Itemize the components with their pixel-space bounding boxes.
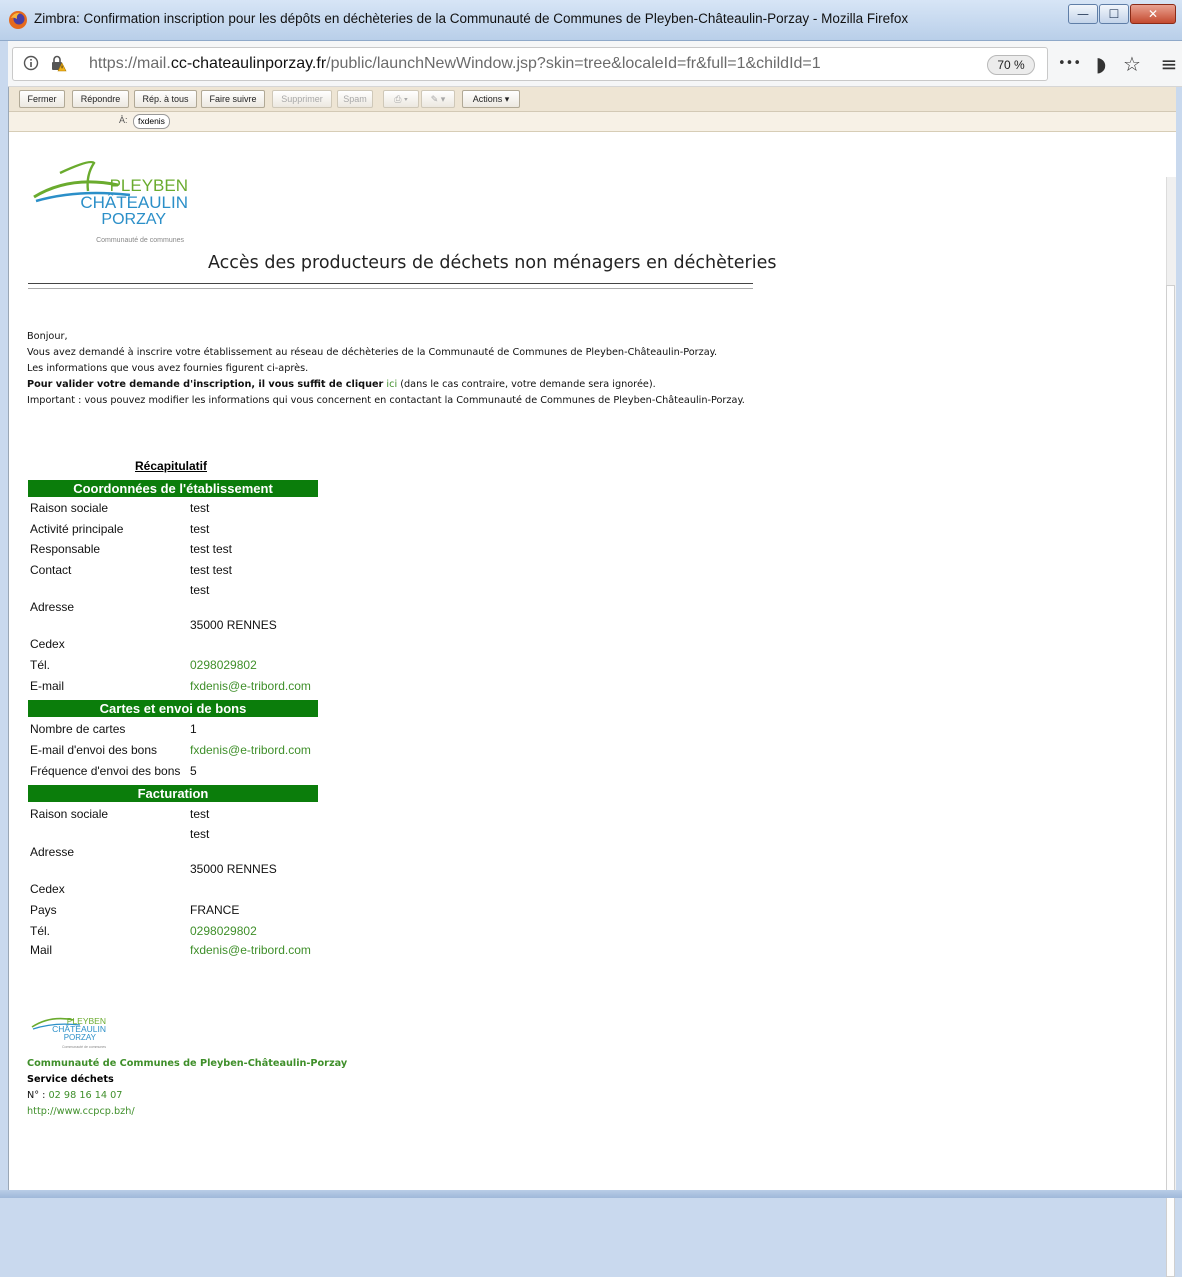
field-label: E-mail d'envoi des bons <box>30 743 158 757</box>
recipient-chip[interactable]: fxdenis <box>133 114 170 129</box>
email-link[interactable]: fxdenis@e-tribord.com <box>190 743 311 757</box>
signature-logo: PLEYBEN CHÂTEAULIN PORZAY Communauté de … <box>31 1016 106 1049</box>
signature-phone: N° : 02 98 16 14 07 <box>27 1090 122 1101</box>
validate-rest: (dans le cas contraire, votre demande se… <box>400 379 656 390</box>
intro-line: Vous avez demandé à inscrire votre établ… <box>27 347 718 358</box>
field-value: test <box>190 522 210 536</box>
phone-link[interactable]: 0298029802 <box>190 658 257 672</box>
logo-text-porzay: PORZAY <box>101 211 166 228</box>
actions-dropdown-button[interactable]: Actions ▾ <box>462 90 520 108</box>
window-bottom-border <box>0 1190 1182 1198</box>
field-label: Nombre de cartes <box>30 722 126 736</box>
print-dropdown-button[interactable]: ⎙ ▾ <box>383 90 419 108</box>
to-label: À: <box>119 115 128 125</box>
insecure-lock-icon[interactable] <box>49 54 67 72</box>
field-label: E-mail <box>30 679 65 693</box>
field-value: 35000 RENNES <box>190 618 277 632</box>
sig-logo-communaute: Communauté de communes <box>62 1045 106 1049</box>
field-label: Tél. <box>30 924 51 938</box>
email-heading: Accès des producteurs de déchets non mén… <box>208 253 777 273</box>
forward-button[interactable]: Faire suivre <box>201 90 265 108</box>
field-label: Cedex <box>30 637 65 651</box>
maximize-button[interactable]: ☐ <box>1099 4 1129 24</box>
phone-link[interactable]: 0298029802 <box>190 924 257 938</box>
logo-text-communaute: Communauté de communes <box>96 237 184 244</box>
validate-link[interactable]: ici <box>386 379 397 390</box>
window-title: Zimbra: Confirmation inscription pour le… <box>34 11 909 26</box>
field-label: Adresse <box>30 845 75 859</box>
validate-bold: Pour valider votre demande d'inscription… <box>27 379 384 390</box>
sig-logo-porzay: PORZAY <box>64 1033 97 1042</box>
recap-title: Récapitulatif <box>135 459 208 473</box>
spam-button[interactable]: Spam <box>337 90 373 108</box>
scrollbar[interactable] <box>1166 177 1176 1277</box>
pocket-icon[interactable]: ◗ <box>1090 53 1112 75</box>
scrollbar-thumb[interactable] <box>1166 285 1175 1277</box>
pleyben-logo: PLEYBEN CHÂTEAULIN PORZAY Communauté de … <box>33 160 188 244</box>
field-label: Cedex <box>30 882 65 896</box>
minimize-button[interactable]: — <box>1068 4 1098 24</box>
menu-hamburger-icon[interactable]: ≡ <box>1158 53 1180 75</box>
recipient-row: À: fxdenis <box>9 112 1176 132</box>
window-titlebar: Zimbra: Confirmation inscription pour le… <box>0 0 1182 41</box>
field-value: test <box>190 501 210 515</box>
section-header-facturation: Facturation <box>28 785 318 802</box>
reply-button[interactable]: Répondre <box>72 90 129 108</box>
url-bar[interactable]: https://mail.cc-chateaulinporzay.fr/publ… <box>12 47 1048 81</box>
field-label: Pays <box>30 903 57 917</box>
tag-dropdown-button[interactable]: ✎ ▾ <box>421 90 455 108</box>
mail-toolbar: Fermer Répondre Rép. à tous Faire suivre… <box>9 87 1176 112</box>
zoom-level[interactable]: 70 % <box>987 55 1035 75</box>
field-label: Responsable <box>30 542 101 556</box>
field-value: test <box>190 807 210 821</box>
important-line: Important : vous pouvez modifier les inf… <box>27 395 745 406</box>
field-label: Mail <box>30 943 53 957</box>
section-header-coordonnees: Coordonnées de l'établissement <box>28 480 318 497</box>
field-value: 5 <box>190 764 197 778</box>
field-label: Raison sociale <box>30 807 109 821</box>
url-text: https://mail.cc-chateaulinporzay.fr/publ… <box>89 55 821 72</box>
mail-window: Fermer Répondre Rép. à tous Faire suivre… <box>8 87 1176 1277</box>
field-value: test <box>190 583 210 597</box>
field-value: test test <box>190 563 233 577</box>
logo-text-chateaulin: CHÂTEAULIN <box>80 193 188 212</box>
email-link[interactable]: fxdenis@e-tribord.com <box>190 679 311 693</box>
firefox-icon <box>9 11 27 29</box>
validate-line: Pour valider votre demande d'inscription… <box>27 377 757 393</box>
bookmark-star-icon[interactable]: ☆ <box>1121 53 1143 75</box>
field-value: FRANCE <box>190 903 240 917</box>
field-label: Tél. <box>30 658 51 672</box>
field-label: Fréquence d'envoi des bons <box>30 764 181 778</box>
info-line: Les informations que vous avez fournies … <box>27 363 309 374</box>
close-window-button[interactable]: ✕ <box>1130 4 1176 24</box>
field-label: Adresse <box>30 600 75 614</box>
browser-navbar: https://mail.cc-chateaulinporzay.fr/publ… <box>8 41 1182 87</box>
email-link[interactable]: fxdenis@e-tribord.com <box>190 943 311 957</box>
page-actions-icon[interactable]: ••• <box>1058 53 1081 75</box>
field-label: Raison sociale <box>30 501 109 515</box>
field-value: 1 <box>190 722 197 736</box>
delete-button[interactable]: Supprimer <box>272 90 332 108</box>
reply-all-button[interactable]: Rép. à tous <box>134 90 197 108</box>
field-value: test test <box>190 542 233 556</box>
signature-org: Communauté de Communes de Pleyben-Châtea… <box>27 1058 348 1069</box>
signature-service: Service déchets <box>27 1074 114 1085</box>
phone-label: N° : <box>27 1090 49 1101</box>
section-header-cartes: Cartes et envoi de bons <box>28 700 318 717</box>
signature-website-link[interactable]: http://www.ccpcp.bzh/ <box>27 1106 135 1117</box>
heading-divider <box>28 283 753 289</box>
field-label: Contact <box>30 563 72 577</box>
field-value: test <box>190 827 210 841</box>
field-label: Activité principale <box>30 522 124 536</box>
close-mail-button[interactable]: Fermer <box>19 90 65 108</box>
greeting: Bonjour, <box>27 331 68 342</box>
info-icon[interactable] <box>23 55 39 71</box>
field-value: 35000 RENNES <box>190 862 277 876</box>
signature-phone-link[interactable]: 02 98 16 14 07 <box>49 1090 123 1101</box>
